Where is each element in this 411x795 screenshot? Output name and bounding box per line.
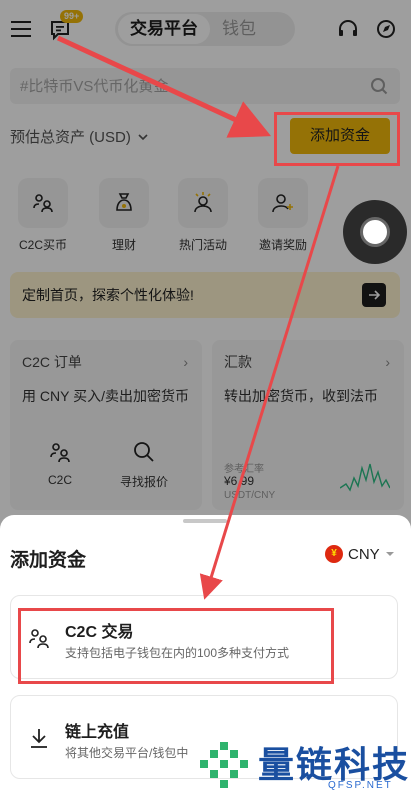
assistive-touch-inner (360, 217, 390, 247)
currency-selector[interactable]: ¥ CNY (325, 545, 395, 563)
app-screen: 99+ 交易平台 钱包 预估总资产 (USD) 添加资金 C2C买币 理财 (0, 0, 411, 795)
watermark-logo-icon (200, 742, 248, 788)
watermark: 量链科技 QFSP.NET (196, 736, 411, 795)
sheet-handle[interactable] (183, 519, 227, 523)
option-title: 链上充值 (65, 724, 130, 741)
annotation-highlight-box (274, 112, 400, 166)
cny-flag-icon: ¥ (325, 545, 343, 563)
watermark-url: QFSP.NET (328, 780, 393, 791)
caret-down-icon (385, 552, 394, 556)
option-subtitle: 将其他交易平台/钱包中 (65, 746, 189, 760)
assistive-touch-button[interactable] (343, 200, 407, 264)
currency-code: CNY (348, 545, 380, 563)
annotation-highlight-box (18, 608, 334, 684)
download-icon (31, 729, 47, 748)
sheet-title: 添加资金 (10, 550, 87, 571)
